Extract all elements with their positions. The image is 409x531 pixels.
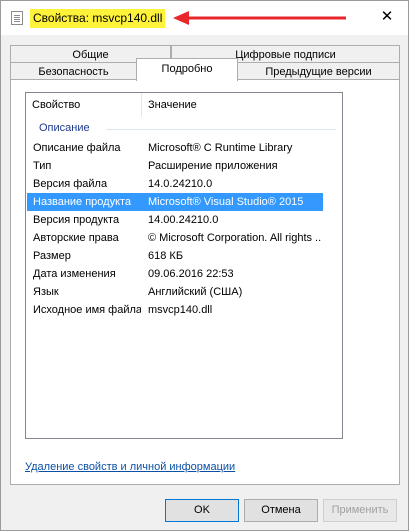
property-name: Версия продукта xyxy=(33,214,120,226)
property-value: © Microsoft Corporation. All rights ... xyxy=(148,232,322,244)
table-row-selected[interactable]: Название продукта Microsoft® Visual Stud… xyxy=(27,193,323,211)
group-divider xyxy=(106,129,336,130)
property-value: 14.0.24210.0 xyxy=(148,178,213,190)
table-row[interactable]: Описание файла Microsoft® C Runtime Libr… xyxy=(27,139,323,157)
remove-properties-link[interactable]: Удаление свойств и личной информации xyxy=(25,461,235,473)
property-value: Microsoft® C Runtime Library xyxy=(148,142,293,154)
property-name: Название продукта xyxy=(33,196,132,208)
table-row[interactable]: Версия продукта 14.00.24210.0 xyxy=(27,211,323,229)
property-name: Тип xyxy=(33,160,52,172)
property-value: Английский (США) xyxy=(148,286,243,298)
table-row[interactable]: Тип Расширение приложения xyxy=(27,157,323,175)
property-value: Microsoft® Visual Studio® 2015 xyxy=(148,196,304,208)
title-bar[interactable]: Свойства: msvcp140.dll ✕ xyxy=(1,1,408,35)
property-name: Размер xyxy=(33,250,71,262)
cancel-button[interactable]: Отмена xyxy=(244,499,318,522)
property-value: 14.00.24210.0 xyxy=(148,214,219,226)
group-header-description: Описание xyxy=(39,122,90,134)
tab-details[interactable]: Подробно xyxy=(136,58,238,81)
details-list[interactable]: Свойство Значение Описание Описание файл… xyxy=(25,92,343,439)
property-value: 618 КБ xyxy=(148,250,184,262)
property-name: Исходное имя файла xyxy=(33,304,141,316)
close-button[interactable]: ✕ xyxy=(373,6,401,28)
file-icon xyxy=(11,11,23,25)
property-name: Язык xyxy=(33,286,59,298)
property-name: Авторские права xyxy=(33,232,119,244)
table-row[interactable]: Авторские права © Microsoft Corporation.… xyxy=(27,229,323,247)
tab-security[interactable]: Безопасность xyxy=(10,62,137,80)
property-value: msvcp140.dll xyxy=(148,304,213,316)
property-name: Описание файла xyxy=(33,142,121,154)
column-header-value[interactable]: Значение xyxy=(142,93,342,117)
property-name: Дата изменения xyxy=(33,268,116,280)
ok-button[interactable]: OK xyxy=(165,499,239,522)
table-row[interactable]: Язык Английский (США) xyxy=(27,283,323,301)
table-row[interactable]: Исходное имя файла msvcp140.dll xyxy=(27,301,323,319)
apply-button[interactable]: Применить xyxy=(323,499,397,522)
tab-previous-versions[interactable]: Предыдущие версии xyxy=(237,62,400,80)
table-row[interactable]: Размер 618 КБ xyxy=(27,247,323,265)
column-header-property[interactable]: Свойство xyxy=(26,93,142,117)
window-title: Свойства: msvcp140.dll xyxy=(30,9,166,28)
properties-dialog: Свойства: msvcp140.dll ✕ Общие Цифровые … xyxy=(0,0,409,531)
property-name: Версия файла xyxy=(33,178,108,190)
property-value: 09.06.2016 22:53 xyxy=(148,268,234,280)
table-row[interactable]: Дата изменения 09.06.2016 22:53 xyxy=(27,265,323,283)
annotation-arrow-icon xyxy=(173,11,346,25)
table-row[interactable]: Версия файла 14.0.24210.0 xyxy=(27,175,323,193)
property-value: Расширение приложения xyxy=(148,160,278,172)
